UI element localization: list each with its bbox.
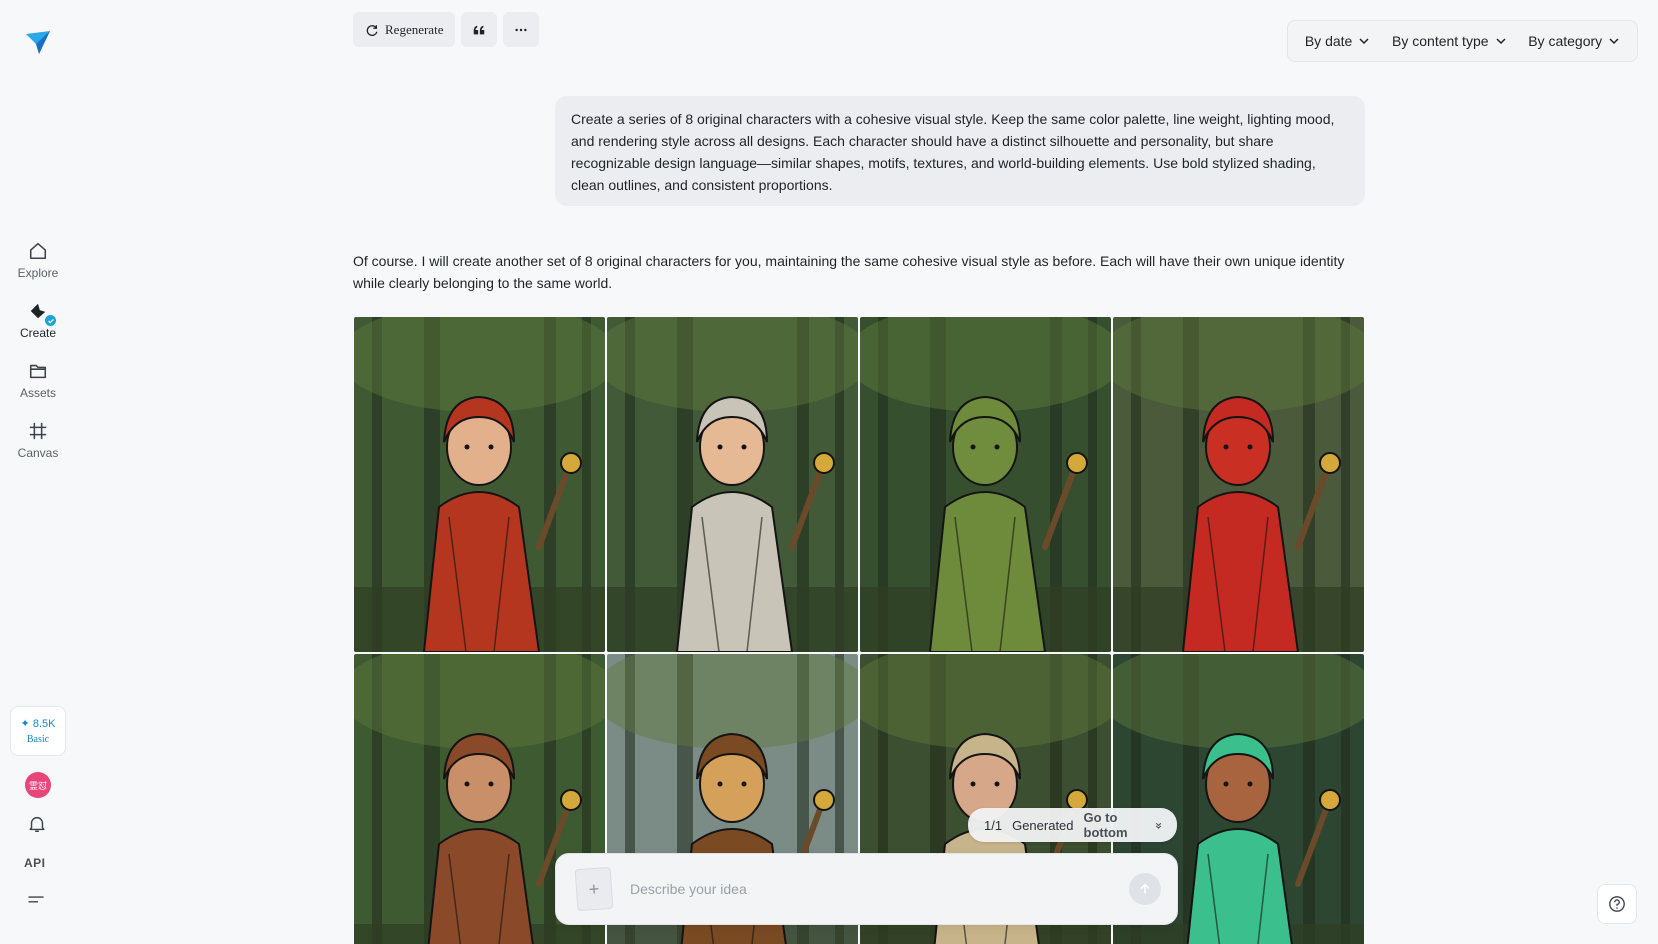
bell-icon[interactable] xyxy=(27,814,49,836)
avatar[interactable]: 霊怼 xyxy=(25,772,51,798)
assistant-reply: Of course. I will create another set of … xyxy=(353,253,1345,291)
sidebar: Explore Create Assets Canvas ✦ 8.5K Basi… xyxy=(0,0,76,944)
image-illustration xyxy=(1113,317,1364,652)
create-icon xyxy=(27,300,58,328)
filter-label: By date xyxy=(1304,33,1353,49)
quote-button[interactable] xyxy=(461,12,498,47)
prompt-composer: + xyxy=(555,853,1178,925)
image-illustration xyxy=(860,317,1111,652)
image-illustration xyxy=(607,317,858,652)
sidebar-item-label: Explore xyxy=(17,266,59,280)
help-button[interactable] xyxy=(1597,884,1637,924)
generation-count: 1/1 xyxy=(984,817,1003,833)
send-button[interactable] xyxy=(1129,873,1161,905)
generated-image-3[interactable] xyxy=(860,317,1111,652)
sidebar-item-create[interactable]: Create xyxy=(8,300,68,340)
message-toolbar: Regenerate xyxy=(353,12,540,47)
generated-image-grid xyxy=(354,317,1365,944)
generated-image-1[interactable] xyxy=(354,317,605,652)
generation-status: 1/1 Generated Go to bottom xyxy=(968,808,1177,842)
regenerate-button[interactable]: Regenerate xyxy=(353,12,456,47)
refresh-icon xyxy=(366,24,378,36)
generated-image-2[interactable] xyxy=(607,317,858,652)
arrow-up-icon xyxy=(1140,883,1150,894)
chevron-down-icon xyxy=(1359,38,1369,45)
more-icon xyxy=(515,28,528,31)
filter-by-content-type[interactable]: By content type xyxy=(1392,33,1507,49)
go-to-bottom-button[interactable]: Go to bottom xyxy=(1084,810,1163,840)
sidebar-item-explore[interactable]: Explore xyxy=(8,240,68,280)
check-icon xyxy=(43,313,58,328)
canvas-icon xyxy=(27,420,49,442)
filter-label: By content type xyxy=(1392,33,1489,49)
double-chevron-down-icon xyxy=(1155,822,1162,829)
prompt-input[interactable] xyxy=(630,881,1129,897)
generation-label: Generated xyxy=(1012,817,1074,833)
paper-plane-logo[interactable] xyxy=(24,28,52,56)
credits-amount: ✦ 8.5K xyxy=(20,718,56,730)
sidebar-item-label: Create xyxy=(19,326,57,340)
filter-label: By category xyxy=(1528,33,1603,49)
go-to-bottom-label: Go to bottom xyxy=(1083,810,1128,840)
filter-by-category[interactable]: By category xyxy=(1528,33,1620,49)
generated-image-4[interactable] xyxy=(1113,317,1364,652)
quote-icon xyxy=(474,25,485,34)
help-icon xyxy=(1609,896,1625,912)
sidebar-item-canvas[interactable]: Canvas xyxy=(8,420,68,460)
image-illustration xyxy=(354,317,605,652)
user-prompt-bubble: Create a series of 8 original characters… xyxy=(555,96,1365,206)
more-button[interactable] xyxy=(503,12,540,47)
credits-badge[interactable]: ✦ 8.5K Basic xyxy=(10,706,66,756)
plus-icon: + xyxy=(588,878,600,899)
regenerate-label: Regenerate xyxy=(385,21,444,37)
api-link[interactable]: API xyxy=(24,856,46,870)
plan-tier: Basic xyxy=(26,734,50,745)
filter-bar: By date By content type By category xyxy=(1287,20,1638,62)
sidebar-item-assets[interactable]: Assets xyxy=(8,360,68,400)
sidebar-item-label: Assets xyxy=(19,386,56,400)
add-reference-button[interactable]: + xyxy=(574,866,614,912)
home-icon xyxy=(27,240,49,262)
sidebar-item-label: Canvas xyxy=(17,446,59,460)
chevron-down-icon xyxy=(1609,38,1619,45)
folder-icon xyxy=(27,360,49,382)
chevron-down-icon xyxy=(1496,38,1506,45)
menu-icon[interactable] xyxy=(27,894,49,912)
filter-by-date[interactable]: By date xyxy=(1305,33,1370,49)
